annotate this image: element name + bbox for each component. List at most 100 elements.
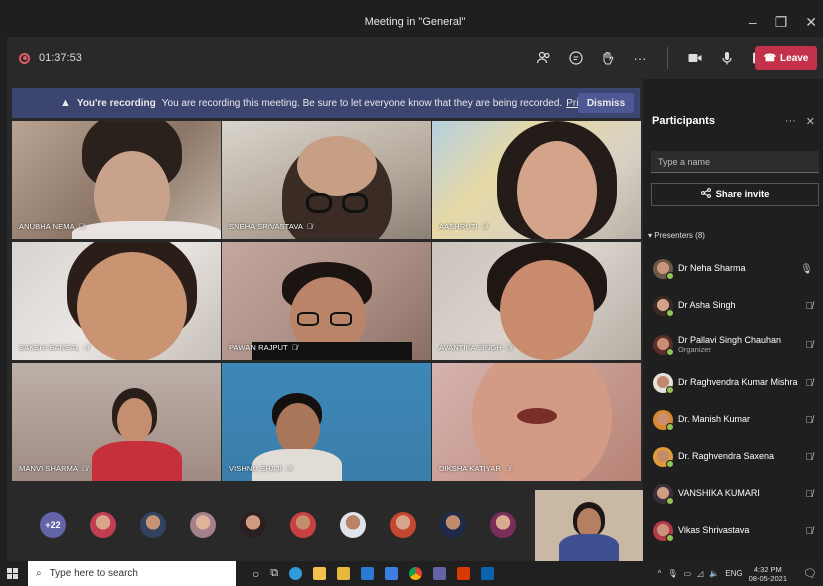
office-icon[interactable] [457, 567, 471, 580]
participants-icon[interactable] [535, 49, 553, 67]
leave-button[interactable]: ☎ Leave [755, 46, 817, 70]
participant-name-label: PAWAN RAJPUT 🎙̸ [229, 343, 298, 352]
participant-row[interactable]: VANSHIKA KUMARI 🎙̸ [643, 479, 823, 509]
participant-name-label: ANUBHA NEMA 🎙̸ [19, 222, 85, 231]
share-invite-button[interactable]: Share invite [651, 183, 819, 206]
video-tile[interactable]: AASHRUTI 🎙̸ [432, 121, 641, 239]
self-video-preview[interactable] [535, 490, 643, 562]
maximize-icon[interactable]: ❐ [775, 14, 788, 31]
photos-icon[interactable] [481, 567, 495, 580]
presenters-label: Presenters (8) [654, 231, 705, 240]
more-options-icon[interactable]: ··· [515, 464, 523, 473]
share-invite-label: Share invite [715, 189, 770, 200]
dismiss-button[interactable]: Dismiss [578, 93, 634, 113]
avatar[interactable] [440, 512, 466, 538]
title-bar: Meeting in "General" – ❐ ✕ [7, 7, 823, 37]
participant-search-input[interactable]: Type a name [651, 151, 819, 173]
chevron-down-icon: ▾ [648, 231, 653, 240]
camera-icon[interactable] [686, 49, 704, 67]
more-options-icon[interactable]: ··· [785, 115, 796, 128]
avatar[interactable] [240, 512, 266, 538]
video-tile[interactable]: SNEHA SRIVASTAVA 🎙̸ [222, 121, 431, 239]
mic-muted-icon: 🎙̸ [505, 343, 512, 352]
mic-muted-icon: 🎙̸ [805, 339, 814, 351]
recording-banner-title: You're recording [76, 97, 156, 109]
notifications-icon[interactable]: 🗨 [803, 567, 817, 580]
microphone-icon[interactable] [718, 49, 736, 67]
chrome-icon[interactable] [409, 567, 423, 580]
participant-row[interactable]: Dr Pallavi Singh Chauhan Organizer 🎙̸ [643, 328, 823, 362]
minimize-icon[interactable]: – [749, 14, 757, 30]
video-tile[interactable]: MANVI SHARMA 🎙̸ [12, 363, 221, 481]
meeting-timer: 01:37:53 [39, 52, 82, 64]
recording-banner: ▲ You're recording You are recording thi… [12, 88, 640, 118]
participant-name-block: Dr Pallavi Singh Chauhan Organizer [678, 335, 781, 354]
presenters-section-toggle[interactable]: ▾ Presenters (8) [648, 231, 705, 240]
teams-icon[interactable] [433, 567, 447, 580]
clock-time: 4:32 PM [753, 564, 782, 574]
avatar [653, 373, 674, 394]
microphone-tray-icon[interactable]: 🎙 [667, 569, 677, 578]
participant-name-label: SNEHA SRIVASTAVA 🎙̸ [229, 222, 313, 231]
participant-row[interactable]: Dr. Raghvendra Saxena 🎙̸ [643, 442, 823, 472]
taskbar-search-input[interactable]: ⌕ Type here to search [28, 561, 236, 586]
avatar [653, 296, 674, 317]
teams-meeting-window: Meeting in "General" – ❐ ✕ 01:37:53 ··· [7, 7, 823, 586]
video-tile[interactable]: AVANTIKA SINGH 🎙̸ [432, 242, 641, 360]
avatar[interactable] [140, 512, 166, 538]
mic-muted-icon: 🎙̸ [504, 464, 511, 473]
more-actions-icon[interactable]: ··· [631, 49, 649, 67]
taskbar-clock[interactable]: 4:32 PM 08-05-2021 [749, 565, 787, 583]
windows-start-icon[interactable] [7, 568, 18, 579]
mic-muted-icon: 🎙̸ [805, 451, 814, 463]
participant-row[interactable]: Dr Asha Singh 🎙̸ [643, 291, 823, 321]
avatar[interactable] [190, 512, 216, 538]
avatar [653, 447, 674, 468]
video-grid: ANUBHA NEMA 🎙̸ SNEHA SRIVASTAVA 🎙̸ AASHRUT… [12, 121, 641, 483]
cortana-icon[interactable]: ○ [252, 567, 259, 581]
network-icon[interactable]: ◿ [697, 569, 703, 578]
microphone-icon: 🎙 [800, 263, 813, 275]
chat-icon[interactable] [567, 49, 585, 67]
mic-muted-icon: 🎙̸ [82, 464, 88, 473]
participant-name-label: VISHNU SHAJI 🎙̸ [229, 464, 292, 473]
mic-muted-icon: 🎙̸ [291, 343, 298, 352]
participant-row[interactable]: Dr Neha Sharma 🎙 [643, 254, 823, 284]
participant-row[interactable]: Dr. Manish Kumar 🎙̸ [643, 405, 823, 435]
video-tile[interactable]: SAKSHI BANSAL 🎙̸ [12, 242, 221, 360]
video-tile[interactable]: PAWAN RAJPUT 🎙̸ [222, 242, 431, 360]
file-explorer-icon[interactable] [337, 567, 351, 580]
task-view-icon[interactable]: ⧉ [270, 567, 278, 580]
reactions-icon[interactable] [599, 49, 617, 67]
mic-muted-icon: 🎙̸ [805, 414, 814, 426]
windows-taskbar: ⌕ Type here to search ○ ⧉ ^ 🎙 ▭ ◿ 🔈 ENG … [0, 561, 823, 586]
participant-name-label: DIKSHA KATIYAR 🎙̸ ··· [439, 464, 523, 473]
more-participants-button[interactable]: +22 [40, 512, 66, 538]
battery-icon[interactable]: ▭ [684, 569, 692, 578]
avatar[interactable] [340, 512, 366, 538]
language-indicator[interactable]: ENG [725, 569, 742, 578]
participant-row[interactable]: Vikas Shrivastava 🎙̸ [643, 516, 823, 546]
avatar [653, 410, 674, 431]
mail-icon[interactable] [361, 567, 375, 580]
store-icon[interactable] [313, 567, 327, 580]
avatar[interactable] [90, 512, 116, 538]
video-tile[interactable]: DIKSHA KATIYAR 🎙̸ ··· [432, 363, 641, 481]
video-tile[interactable]: VISHNU SHAJI 🎙̸ [222, 363, 431, 481]
volume-icon[interactable]: 🔈 [709, 569, 719, 578]
avatar[interactable] [490, 512, 516, 538]
participant-name: Dr Raghvendra Kumar Mishra [678, 377, 798, 388]
avatar[interactable] [390, 512, 416, 538]
meeting-toolbar: 01:37:53 ··· ☎ Leave [7, 37, 823, 79]
video-tile[interactable]: ANUBHA NEMA 🎙̸ [12, 121, 221, 239]
participant-name-label: AASHRUTI 🎙̸ [439, 222, 488, 231]
close-icon[interactable]: ✕ [805, 14, 817, 31]
close-panel-icon[interactable]: ✕ [806, 115, 815, 128]
participant-name: Dr. Manish Kumar [678, 414, 751, 425]
chevron-up-icon[interactable]: ^ [658, 569, 662, 578]
avatar[interactable] [290, 512, 316, 538]
edge-icon[interactable] [289, 567, 303, 580]
app-icon[interactable] [385, 567, 399, 580]
participant-row[interactable]: Dr Raghvendra Kumar Mishra 🎙̸ [643, 368, 823, 398]
recording-banner-text: You are recording this meeting. Be sure … [161, 97, 563, 109]
